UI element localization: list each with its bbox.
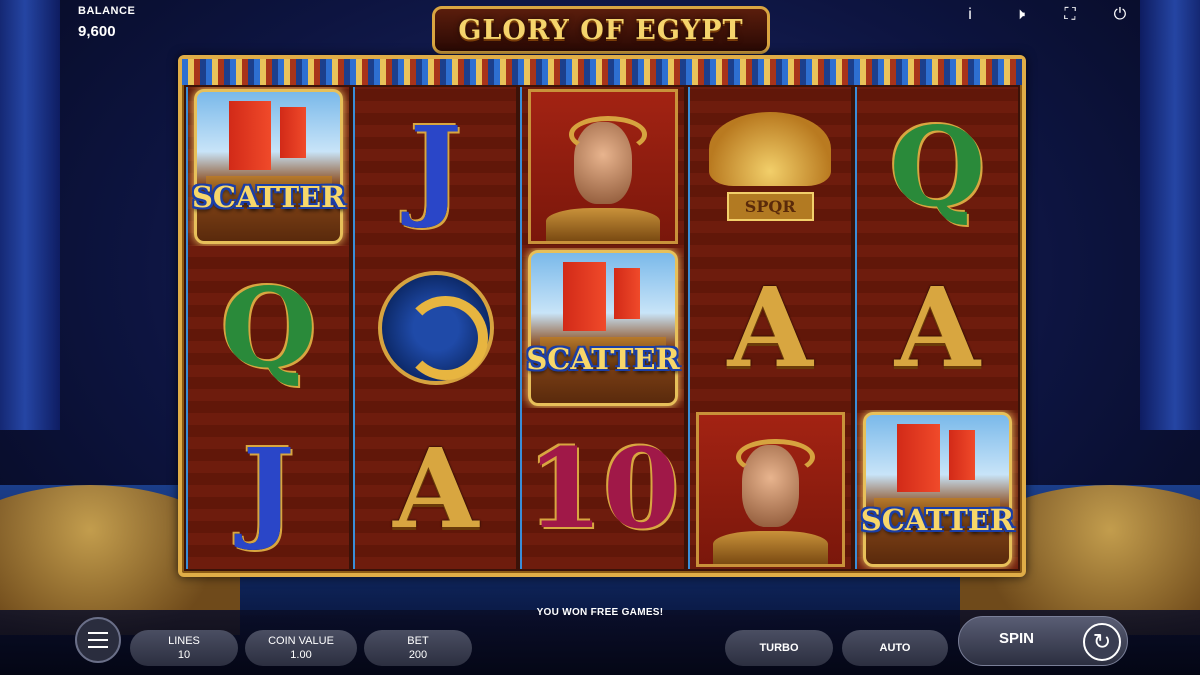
bet-value: 200 xyxy=(408,649,428,661)
reel-column: SCATTER 10 xyxy=(520,87,684,569)
fullscreen-icon[interactable]: ⛶ xyxy=(1060,6,1080,24)
turbo-label: TURBO xyxy=(759,642,799,654)
reel-cell xyxy=(522,87,683,246)
spin-button[interactable]: SPIN ↻ xyxy=(958,616,1128,666)
reels-grid: SCATTER Q J J A SCATTER 10 SPQR A Q A SCATTER xyxy=(186,87,1019,569)
menu-icon-line xyxy=(88,632,108,634)
game-logo-text: GLORY OF EGYPT xyxy=(458,14,744,46)
power-icon[interactable]: ⏻ xyxy=(1110,6,1130,24)
reel-frame: SCATTER Q J J A SCATTER 10 SPQR A Q A SCATTER xyxy=(178,55,1026,577)
lines-value: 10 xyxy=(177,649,191,661)
balance-value: 9,600 xyxy=(78,23,116,40)
menu-icon-line xyxy=(88,646,108,648)
reel-cell: A xyxy=(355,410,516,569)
scatter-label: SCATTER xyxy=(860,503,1015,538)
coin-value-value: 1.00 xyxy=(290,649,312,661)
scatter-label: SCATTER xyxy=(191,180,346,215)
coin-value-label: COIN VALUE xyxy=(268,635,334,647)
ship-sail-icon xyxy=(228,100,272,170)
bet-label: BET xyxy=(407,635,429,647)
ship-sail-icon xyxy=(562,262,606,331)
reel-cell: A xyxy=(690,248,851,407)
lines-selector[interactable]: LINES 10 xyxy=(130,630,238,666)
balance-display: BALANCE 9,600 xyxy=(78,5,135,40)
reel-cell: SPQR xyxy=(690,87,851,246)
info-icon[interactable]: i xyxy=(960,6,980,24)
reel-cell: A xyxy=(857,248,1018,407)
auto-button[interactable]: AUTO xyxy=(842,630,948,666)
reel-cell: 10 xyxy=(522,410,683,569)
laurel-wreath-icon xyxy=(568,115,648,153)
ship-sail-icon xyxy=(614,268,641,320)
reel-cell: Q xyxy=(857,87,1018,246)
ship-sail-icon xyxy=(948,429,975,481)
symbol-letter: A xyxy=(393,424,479,554)
symbol-letter: Q xyxy=(889,101,986,231)
symbol-letter: Q xyxy=(220,262,317,392)
eagle-icon xyxy=(709,112,832,186)
ship-sail-icon xyxy=(280,106,306,158)
background-pillar-left xyxy=(0,0,60,430)
reel-cell: SCATTER xyxy=(522,248,683,407)
reel-cell: SCATTER xyxy=(857,410,1018,569)
turbo-button[interactable]: TURBO xyxy=(725,630,833,666)
reel-column: JA xyxy=(353,87,517,569)
symbol-letter: J xyxy=(409,101,462,231)
sound-icon[interactable]: 🕨 xyxy=(1010,6,1030,24)
lines-label: LINES xyxy=(168,635,200,647)
ship-sail-icon xyxy=(897,423,941,493)
reel-cell: Q xyxy=(188,248,349,407)
spin-label: SPIN xyxy=(999,630,1035,647)
symbol-scatter-ship: SCATTER xyxy=(191,89,346,245)
symbol-letter: A xyxy=(894,262,981,392)
laurel-wreath-icon xyxy=(735,438,815,476)
scatter-label: SCATTER xyxy=(526,341,680,376)
spin-refresh-icon: ↻ xyxy=(1083,623,1121,661)
symbol-scatter-ship: SCATTER xyxy=(860,411,1015,567)
top-toolbar: i 🕨 ⛶ ⏻ xyxy=(960,6,1130,24)
symbol-snake-icon xyxy=(377,270,494,386)
reel-cell: J xyxy=(355,87,516,246)
background-pillar-right xyxy=(1140,0,1200,430)
symbol-eagle: SPQR xyxy=(703,100,838,234)
symbol-letter: A xyxy=(727,262,813,392)
symbol-letter: 10 xyxy=(526,424,680,554)
toga-icon xyxy=(545,208,661,242)
reel-column: SCATTER Q J xyxy=(186,87,350,569)
reel-column: Q A SCATTER xyxy=(854,87,1019,569)
auto-label: AUTO xyxy=(879,642,911,654)
reel-cell xyxy=(355,248,516,407)
menu-icon-line xyxy=(88,639,108,641)
menu-button[interactable] xyxy=(75,617,121,663)
bet-selector[interactable]: BET 200 xyxy=(364,630,472,666)
reel-cell xyxy=(690,410,851,569)
symbol-caesar xyxy=(528,89,678,245)
symbol-letter: J xyxy=(242,424,295,554)
symbol-scatter-ship: SCATTER xyxy=(526,250,680,406)
symbol-caesar xyxy=(695,411,845,567)
spqr-plaque: SPQR xyxy=(726,191,814,221)
coin-value-selector[interactable]: COIN VALUE 1.00 xyxy=(245,630,357,666)
reel-column: SPQR A xyxy=(687,87,851,569)
balance-label: BALANCE xyxy=(78,5,136,17)
reel-cell: SCATTER xyxy=(188,87,349,246)
game-logo: GLORY OF EGYPT xyxy=(432,6,770,54)
toga-icon xyxy=(712,531,828,564)
reel-cell: J xyxy=(188,410,349,569)
frame-decoration-band xyxy=(182,59,1022,85)
